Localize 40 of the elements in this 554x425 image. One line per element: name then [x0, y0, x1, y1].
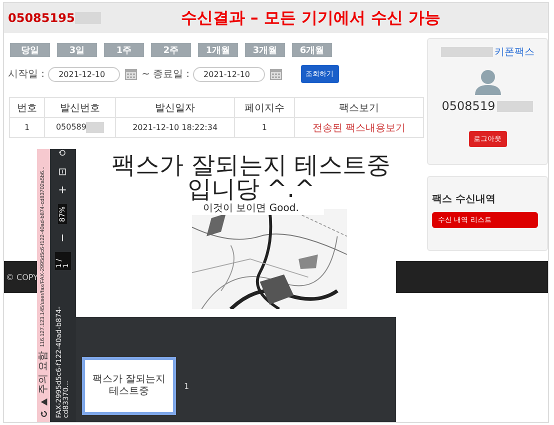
period-button[interactable]: 6개월: [292, 43, 332, 57]
range-separator: ~: [142, 68, 150, 80]
reload-icon[interactable]: [40, 410, 48, 418]
period-button[interactable]: 2주: [151, 43, 191, 57]
column-header: 페이지수: [234, 98, 295, 118]
table-cell: 1: [262, 123, 267, 132]
avatar-icon: [472, 69, 502, 95]
warning-icon: [40, 398, 48, 406]
start-date-label: 시작일 :: [8, 68, 45, 81]
account-name: 키폰팩스: [494, 46, 534, 59]
security-warning: 주의 요함: [38, 350, 48, 394]
table-cell: 050589: [56, 122, 86, 132]
fit-page-icon[interactable]: [58, 166, 68, 176]
copyright-text: © COPY: [6, 272, 38, 282]
column-header: 발신번호: [44, 98, 116, 118]
end-date-label: 종료일 :: [152, 68, 190, 81]
menu-title: 팩스 수신내역: [432, 193, 496, 206]
column-header: 발신일자: [116, 98, 234, 118]
period-button[interactable]: 1주: [104, 43, 144, 57]
thumbnail-number: 1: [184, 382, 190, 390]
column-header: 팩스보기: [294, 98, 424, 118]
fax-heading: 팩스가 잘되는지 테스트중 입니당 ^.^: [110, 150, 392, 201]
redaction-bar: [86, 122, 104, 133]
table-cell: 1: [24, 123, 30, 132]
period-button[interactable]: 1개월: [198, 43, 238, 57]
redaction-bar: [497, 100, 534, 112]
period-button[interactable]: 3개월: [245, 43, 285, 57]
redaction-bar: [440, 47, 492, 57]
fax-number: 05085195: [8, 11, 75, 25]
start-date-field[interactable]: 2021-12-10: [48, 66, 120, 82]
page-title: 수신결과 – 모든 기기에서 수신 가능: [180, 8, 441, 28]
column-header: 번호: [10, 98, 44, 118]
plus-icon[interactable]: [58, 185, 68, 194]
page-thumbnail[interactable]: 팩스가 잘되는지 테스트중: [82, 357, 176, 415]
period-button[interactable]: 당일: [10, 43, 50, 57]
period-button[interactable]: 3일: [57, 43, 97, 57]
account-number: 0508519: [442, 99, 496, 113]
rotate-icon[interactable]: [58, 148, 68, 158]
end-date-field[interactable]: 2021-12-10: [192, 66, 265, 82]
table-cell: 2021-12-10 18:22:34: [132, 123, 218, 132]
